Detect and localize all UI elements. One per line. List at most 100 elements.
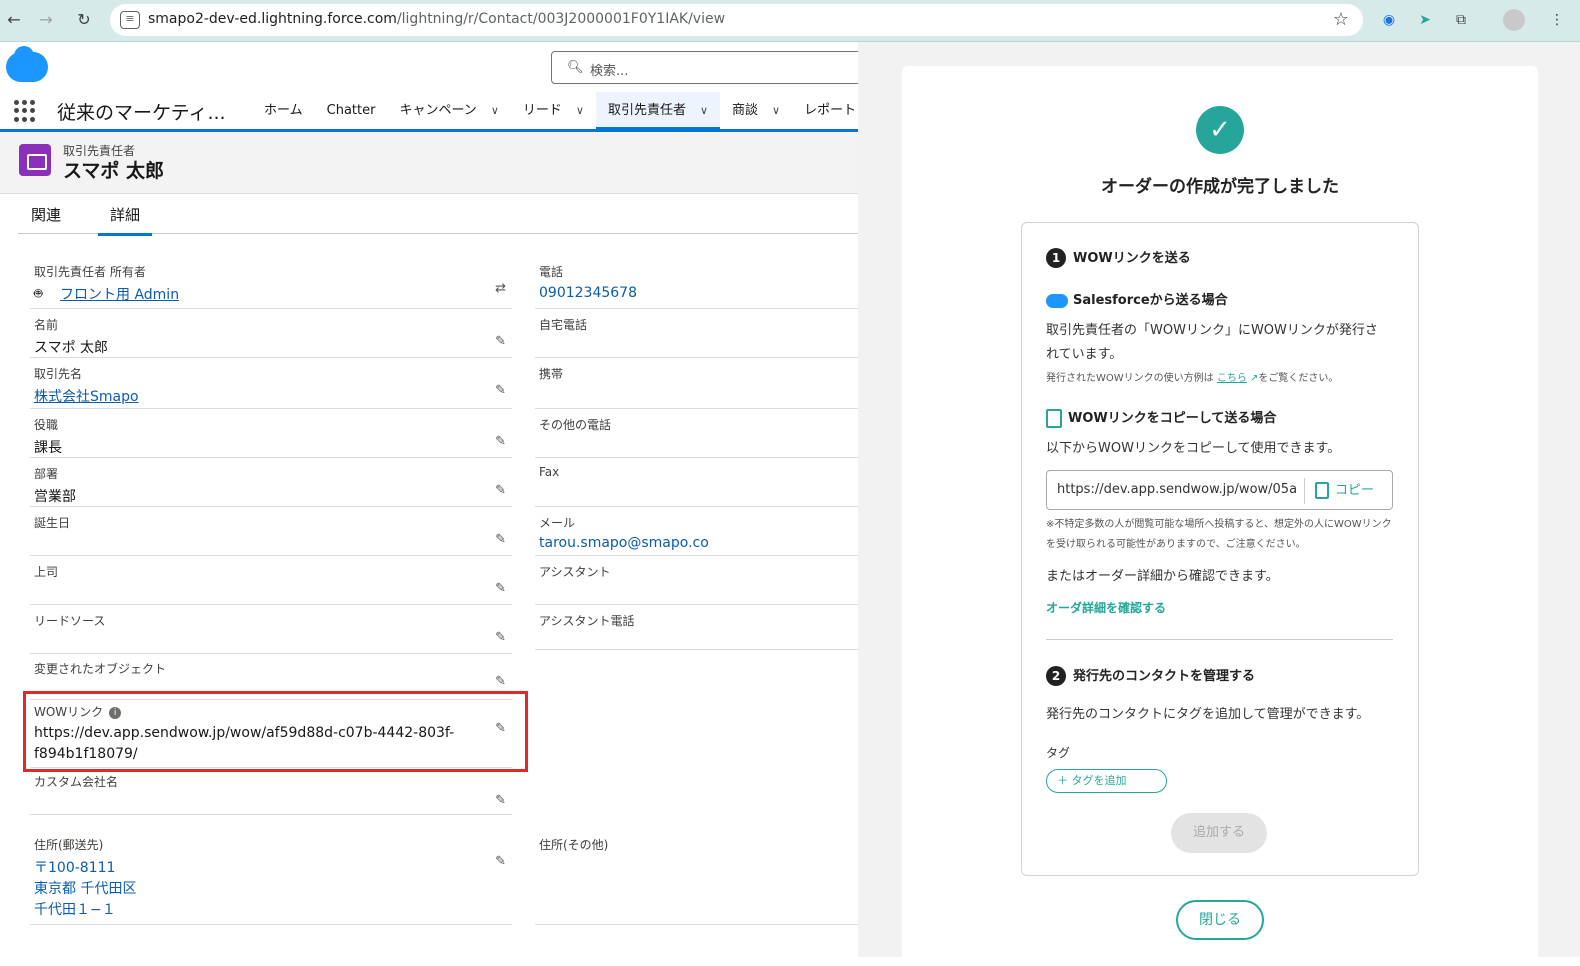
step-title: WOWリンクを送る — [1073, 251, 1191, 266]
step-2-text: 発行先のコンタクトにタグを追加して管理ができます。 — [1046, 707, 1370, 722]
field-mailing-address: 住所(郵送先) 〒100-8111 東京都 千代田区 千代田１−１ ✎ — [30, 830, 512, 925]
field-owner: 取引先責任者 所有者 🤖︎ フロント用 Admin ⇄ — [30, 257, 512, 309]
add-tag-button[interactable]: ＋ タグを追加 — [1046, 769, 1167, 793]
nav-item-chatter[interactable]: Chatter — [315, 92, 388, 130]
field-other-phone: その他の電話 — [535, 410, 858, 458]
field-label: カスタム会社名 — [34, 775, 119, 789]
chevron-down-icon[interactable]: ∨ — [700, 104, 708, 117]
wow-url-value[interactable]: https://dev.app.sendwow.jp/wow/05ac — [1057, 482, 1297, 497]
nav-item-home[interactable]: ホーム — [252, 92, 315, 130]
nav-item-opportunities[interactable]: 商談 ∨ — [720, 92, 792, 130]
field-department: 部署 営業部 ✎ — [30, 459, 512, 507]
pencil-icon[interactable]: ✎ — [495, 532, 506, 547]
contact-icon — [19, 144, 51, 176]
global-header: 🔍︎ 検索... 従来のマーケティ... ホーム Chatter キャンペーン ∨… — [0, 42, 858, 130]
step-title: 発行先のコンタクトを管理する — [1073, 669, 1256, 684]
chevron-down-icon[interactable]: ∨ — [491, 104, 499, 117]
change-owner-icon[interactable]: ⇄ — [495, 281, 506, 296]
sf-text-line1: 取引先責任者の「WOWリンク」にWOWリンクが発行さ — [1046, 323, 1378, 338]
address-bar[interactable]: ≡ smapo2-dev-ed.lightning.force.com/ligh… — [110, 4, 1363, 36]
salesforce-page: 🔍︎ 検索... 従来のマーケティ... ホーム Chatter キャンペーン ∨… — [0, 42, 858, 957]
divider — [1304, 478, 1305, 504]
copy-button[interactable]: コピー — [1315, 479, 1374, 499]
address-line[interactable]: 東京都 千代田区 — [34, 878, 136, 898]
app-launcher-icon[interactable] — [14, 100, 36, 122]
owner-link[interactable]: フロント用 Admin — [60, 284, 179, 304]
nav-item-leads[interactable]: リード ∨ — [511, 92, 596, 130]
pencil-icon[interactable]: ✎ — [495, 793, 506, 808]
add-button[interactable]: 追加する — [1171, 813, 1267, 853]
usage-link[interactable]: こちら — [1217, 373, 1247, 384]
field-lead-source: リードソース ✎ — [30, 606, 512, 654]
field-value: 営業部 — [34, 489, 76, 505]
step-number: 1 — [1046, 248, 1066, 268]
field-label: 誕生日 — [34, 516, 71, 530]
usage-prefix: 発行されたWOWリンクの使い方例は — [1046, 373, 1214, 384]
highlight-box — [23, 691, 528, 772]
pencil-icon[interactable]: ✎ — [495, 434, 506, 449]
chevron-down-icon[interactable]: ∨ — [576, 104, 584, 117]
global-search-input[interactable]: 🔍︎ 検索... — [551, 51, 858, 84]
reload-icon[interactable]: ↻ — [72, 8, 96, 32]
pencil-icon[interactable]: ✎ — [495, 483, 506, 498]
address-line[interactable]: 千代田１−１ — [34, 899, 116, 919]
step-2-heading: 2 発行先のコンタクトを管理する — [1046, 665, 1255, 686]
email-link[interactable]: tarou.smapo@smapo.co — [539, 535, 709, 551]
field-custom-company: カスタム会社名 ✎ — [30, 769, 512, 815]
forward-icon[interactable]: → — [34, 8, 58, 32]
nav-bar: ホーム Chatter キャンペーン ∨ リード ∨ 取引先責任者 ∨ 商談 ∨ レポー… — [252, 92, 858, 130]
tab-details[interactable]: 詳細 — [98, 204, 153, 236]
completion-panel-backdrop: ✓ オーダーの作成が完了しました 1 WOWリンクを送る Salesforceから… — [858, 42, 1580, 966]
field-label: アシスタント電話 — [539, 614, 635, 628]
send-extension-icon[interactable]: ➤ — [1413, 8, 1437, 32]
browser-menu-icon[interactable]: ⋮ — [1545, 8, 1569, 32]
step-number: 2 — [1046, 666, 1066, 686]
copy-icon — [1315, 482, 1329, 499]
pencil-icon[interactable]: ✎ — [495, 581, 506, 596]
usage-suffix: をご覧ください。 — [1258, 373, 1339, 384]
record-name: スマポ 太郎 — [63, 160, 165, 182]
nav-label: 商談 — [732, 103, 759, 118]
field-label: 電話 — [539, 265, 564, 279]
salesforce-logo[interactable] — [6, 46, 48, 82]
or-text: またはオーダー詳細から確認できます。 — [1046, 569, 1279, 584]
field-birthdate: 誕生日 ✎ — [30, 508, 512, 556]
url-path: /lightning/r/Contact/003J2000001F0Y1IAK/… — [396, 11, 726, 27]
pencil-icon[interactable]: ✎ — [495, 383, 506, 398]
chevron-down-icon[interactable]: ∨ — [772, 104, 780, 117]
site-info-icon[interactable]: ≡ — [120, 11, 140, 29]
field-label: 部署 — [34, 467, 59, 481]
wow-url-field[interactable]: https://dev.app.sendwow.jp/wow/05ac コピー — [1046, 470, 1393, 510]
account-link[interactable]: 株式会社Smapo — [34, 386, 139, 406]
bookmark-star-icon[interactable]: ☆ — [1333, 9, 1349, 30]
nav-item-contacts[interactable]: 取引先責任者 ∨ — [595, 92, 721, 130]
field-label: 住所(郵送先) — [34, 838, 104, 852]
nav-item-campaigns[interactable]: キャンペーン ∨ — [387, 92, 510, 130]
address-line[interactable]: 〒100-8111 — [34, 857, 115, 877]
back-icon[interactable]: ← — [2, 8, 26, 32]
close-button[interactable]: 閉じる — [1176, 900, 1264, 940]
divider — [1046, 639, 1393, 640]
order-detail-link[interactable]: オーダ詳細を確認する — [1046, 599, 1166, 616]
profile-avatar[interactable] — [1503, 9, 1525, 31]
field-other-address: 住所(その他) — [535, 830, 858, 925]
record-header: 取引先責任者 スマポ 太郎 — [0, 132, 858, 194]
tab-related[interactable]: 関連 — [31, 204, 61, 225]
pencil-icon[interactable]: ✎ — [495, 334, 506, 349]
phone-link[interactable]: 09012345678 — [539, 285, 637, 301]
caution-line2: を受け取られる可能性がありますので、ご注意ください。 — [1046, 539, 1306, 550]
pencil-icon[interactable]: ✎ — [495, 630, 506, 645]
field-label: 上司 — [34, 565, 59, 579]
field-label: 名前 — [34, 318, 59, 332]
nav-item-reports[interactable]: レポート — [792, 92, 858, 130]
password-manager-icon[interactable]: ◉ — [1377, 8, 1401, 32]
copy-label: コピー — [1335, 483, 1375, 498]
extensions-icon[interactable]: ⧉ — [1449, 8, 1473, 32]
pencil-icon[interactable]: ✎ — [495, 674, 506, 689]
salesforce-cloud-icon — [1046, 293, 1068, 308]
record-tabs: 関連 詳細 — [18, 197, 858, 236]
pencil-icon[interactable]: ✎ — [495, 854, 506, 869]
field-label: リードソース — [34, 614, 106, 628]
field-label: メール — [539, 516, 576, 530]
completion-title: オーダーの作成が完了しました — [1101, 177, 1339, 197]
